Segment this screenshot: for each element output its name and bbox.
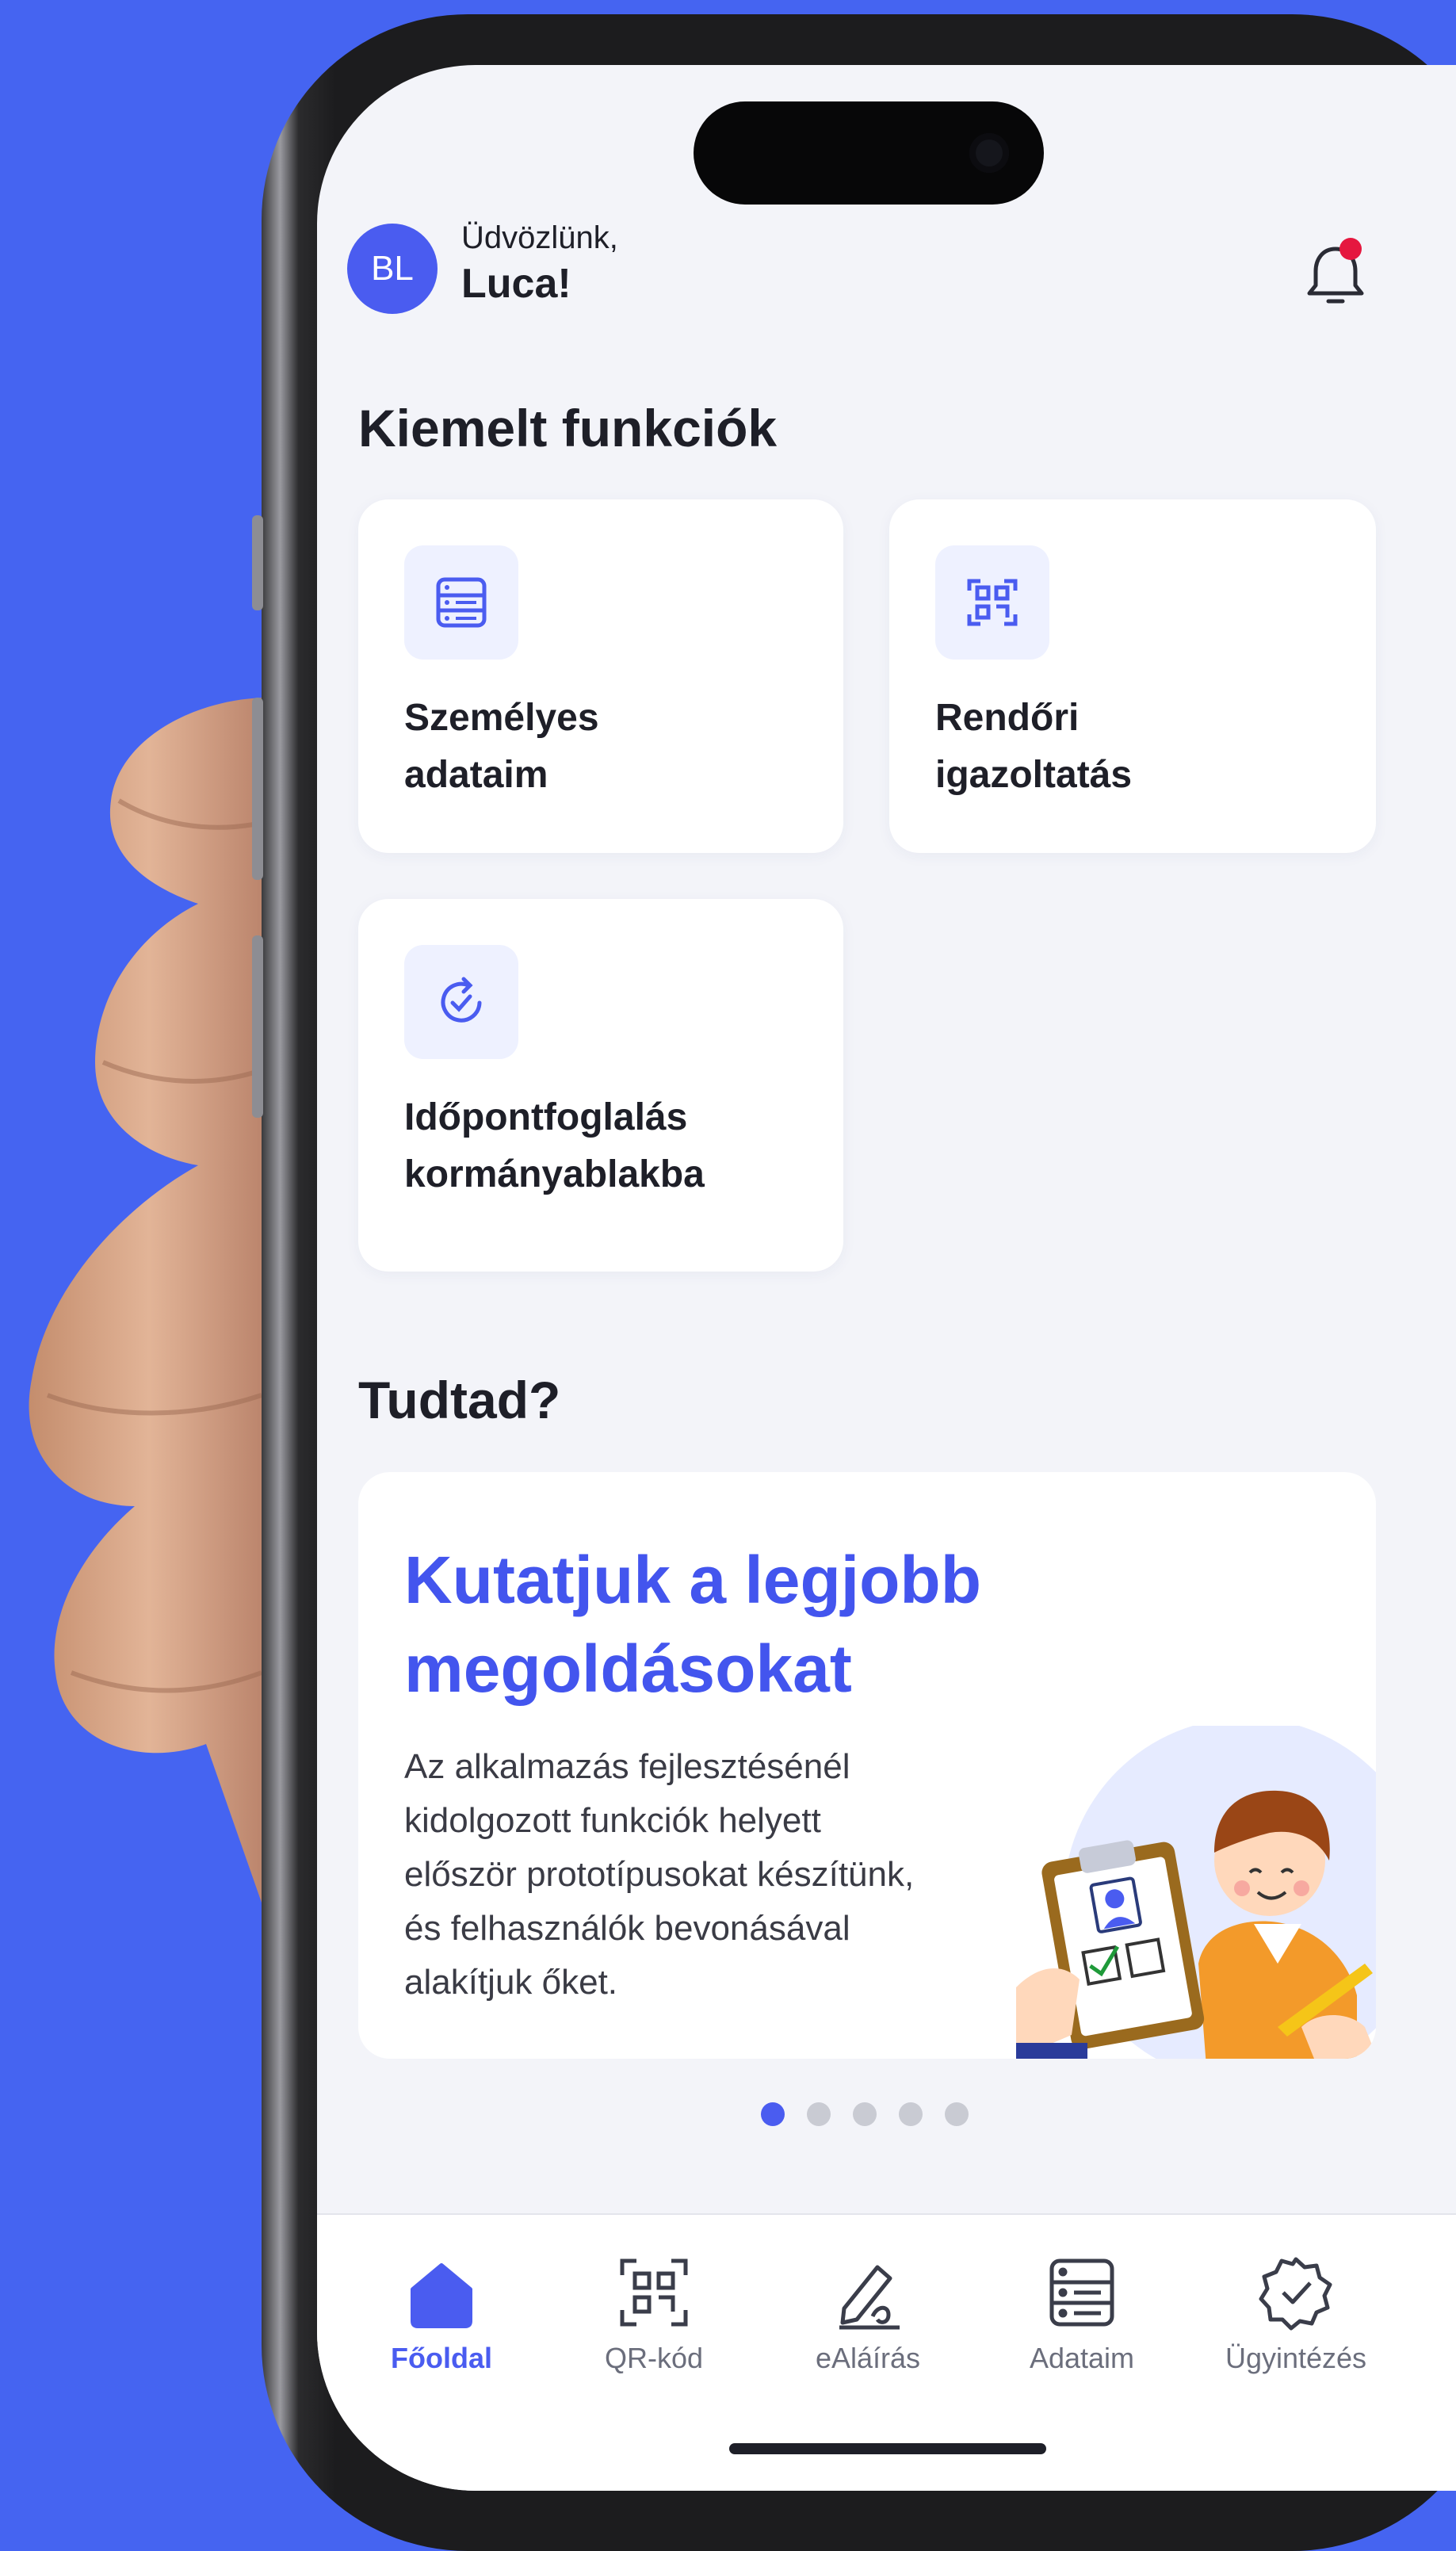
verified-badge-icon	[1259, 2257, 1332, 2331]
tab-label: Adataim	[1029, 2342, 1135, 2374]
notification-dot	[1339, 238, 1362, 260]
user-name: Luca!	[461, 261, 571, 307]
pagination-dot[interactable]	[853, 2102, 877, 2126]
refresh-check-icon	[404, 945, 518, 1059]
data-list-icon	[1049, 2258, 1114, 2327]
tab-label: Főoldal	[391, 2342, 492, 2374]
featured-section-title: Kiemelt funkciók	[358, 399, 778, 457]
tab-administration[interactable]: Ügyintézés	[1189, 2215, 1403, 2421]
tip-card[interactable]: Kutatjuk a legjobb megoldásokat Az alkalm…	[358, 1472, 1376, 2059]
app-screen: BL Üdvözlünk, Luca! Kiemelt funkciók Sze…	[317, 65, 1456, 2491]
tab-label: eAláírás	[815, 2342, 921, 2374]
pagination-dot[interactable]	[899, 2102, 923, 2126]
id-card-list-icon	[404, 545, 518, 660]
tips-section-title: Tudtad?	[358, 1371, 561, 1429]
feature-card-label: Személyes adataim	[404, 697, 599, 796]
qr-code-icon	[620, 2258, 688, 2327]
feature-card-label: Időpontfoglalás kormányablakba	[404, 1096, 705, 1195]
tab-qr-code[interactable]: QR-kód	[547, 2215, 761, 2421]
pagination-dot[interactable]	[945, 2102, 969, 2126]
tab-label: QR-kód	[604, 2342, 704, 2374]
greeting-text: Üdvözlünk,	[461, 220, 618, 255]
tip-headline: Kutatjuk a legjobb megoldásokat	[404, 1543, 982, 1706]
dynamic-island	[694, 101, 1044, 205]
pagination-dot[interactable]	[807, 2102, 831, 2126]
feature-card-personal-data[interactable]: Személyes adataim	[358, 499, 843, 853]
home-icon	[411, 2263, 472, 2328]
tab-esignature[interactable]: eAláírás	[761, 2215, 975, 2421]
feature-card-police-check[interactable]: Rendőri igazoltatás	[889, 499, 1376, 853]
pagination-dot[interactable]	[761, 2102, 785, 2126]
phone-side-button	[252, 935, 263, 1118]
bell-icon[interactable]	[1300, 235, 1371, 314]
feature-card-appointment[interactable]: Időpontfoglalás kormányablakba	[358, 899, 843, 1272]
home-indicator	[729, 2443, 1046, 2454]
feature-card-label: Rendőri igazoltatás	[935, 697, 1133, 796]
signature-pen-icon	[839, 2265, 900, 2330]
tab-label: Ügyintézés	[1225, 2342, 1367, 2374]
phone-side-button	[252, 515, 263, 610]
qr-scan-icon	[935, 545, 1049, 660]
carousel-pagination[interactable]	[761, 2102, 969, 2126]
tab-home[interactable]: Főoldal	[334, 2215, 548, 2421]
person-with-checklist-illustration	[1016, 1726, 1376, 2059]
tip-body: Az alkalmazás fejlesztésénél kidolgozott…	[404, 1747, 915, 2002]
phone-side-button	[252, 698, 263, 880]
tab-my-data[interactable]: Adataim	[975, 2215, 1189, 2421]
avatar[interactable]: BL	[347, 224, 438, 314]
